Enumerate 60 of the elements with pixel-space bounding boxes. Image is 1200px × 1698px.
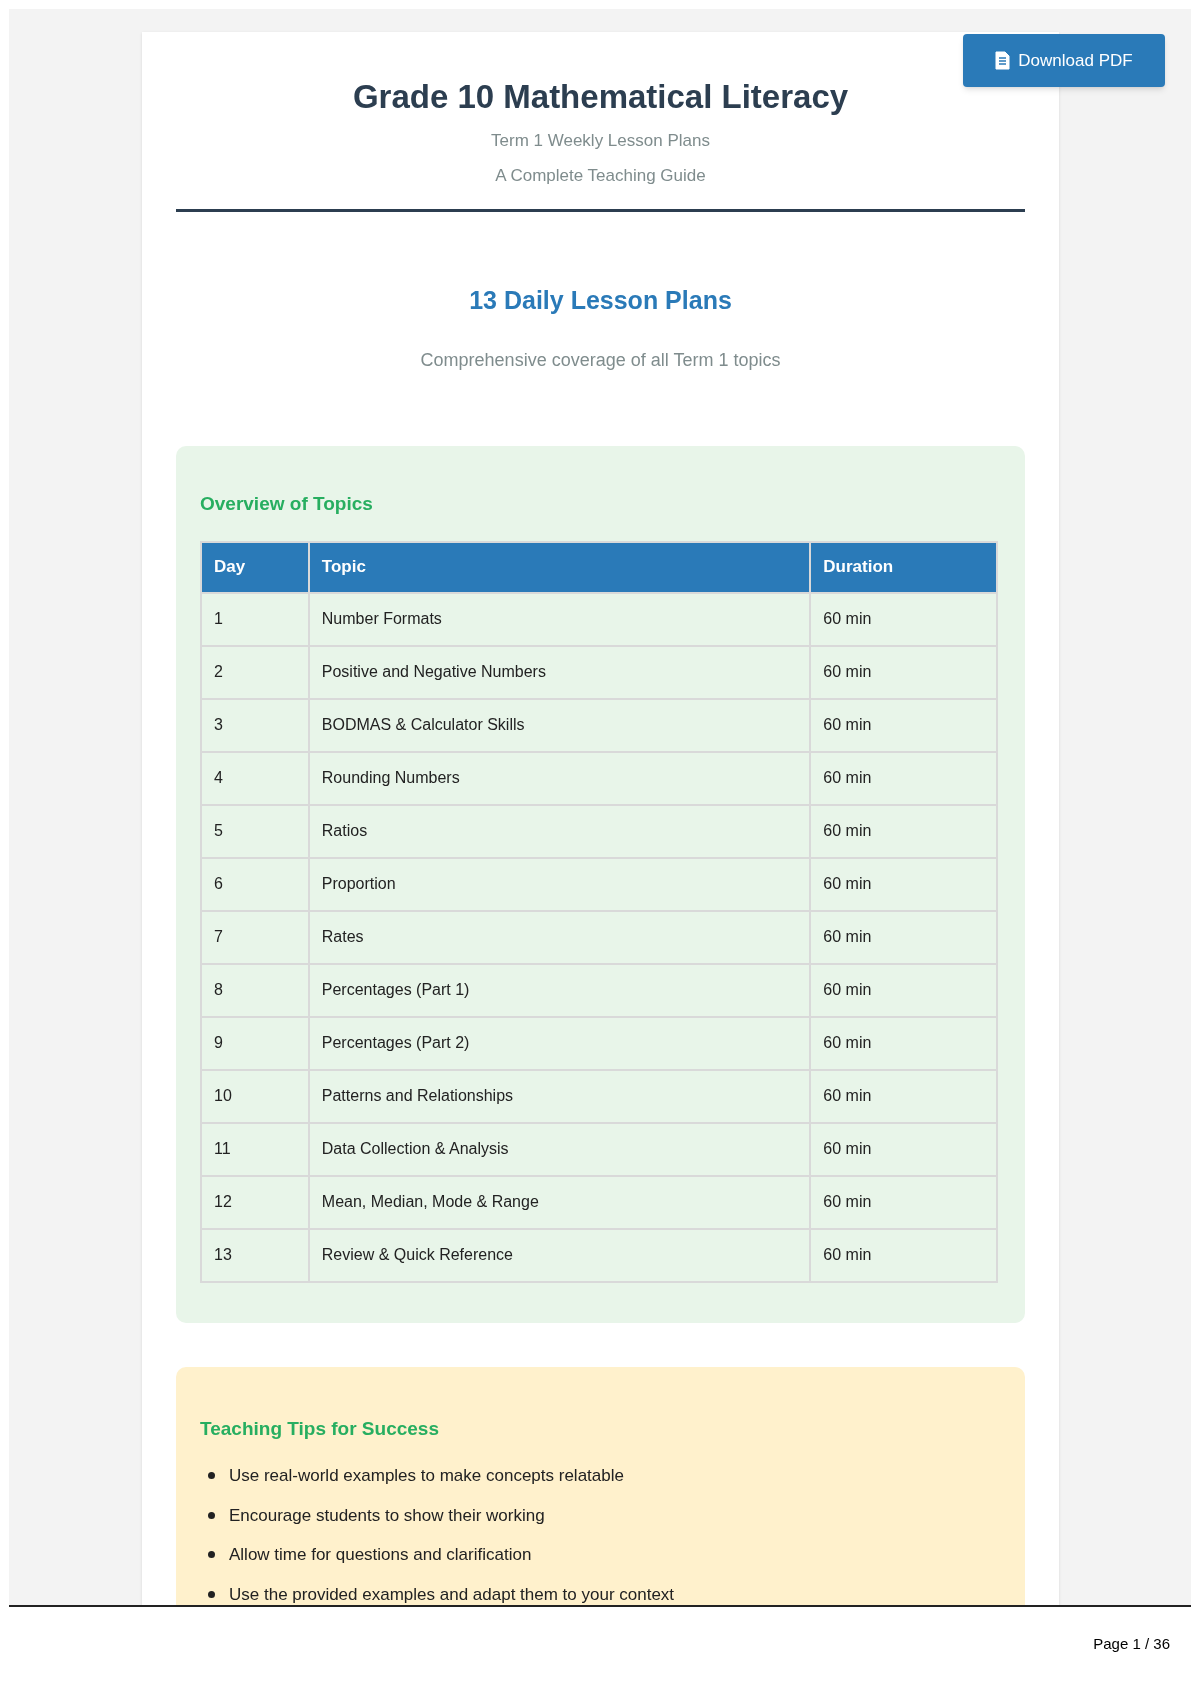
panel-heading: Overview of Topics: [200, 492, 374, 516]
bullet-icon: [208, 1551, 215, 1559]
table-cell: Percentages (Part 2): [308, 1016, 811, 1070]
table-cell: 60 min: [810, 963, 997, 1017]
document-subtitle: Term 1 Weekly Lesson Plans: [491, 129, 710, 152]
table-cell: Ratios: [308, 804, 811, 858]
document-icon: [995, 51, 1011, 70]
table-cell: 7: [201, 910, 309, 964]
tip-text: Allow time for questions and clarification: [229, 1544, 532, 1566]
panel-heading: Teaching Tips for Success: [200, 1416, 440, 1441]
table-cell: 60 min: [810, 1016, 997, 1070]
table-cell: Data Collection & Analysis: [308, 1122, 811, 1176]
bullet-icon: [208, 1590, 215, 1598]
table-cell: 60 min: [810, 1069, 997, 1123]
document-title: Grade 10 Mathematical Literacy: [352, 77, 849, 117]
table-cell: 9: [201, 1016, 309, 1070]
table-cell: 60 min: [810, 1228, 997, 1282]
document-tagline: A Complete Teaching Guide: [495, 165, 706, 187]
table-cell: Mean, Median, Mode & Range: [308, 1175, 811, 1229]
table-cell: 6: [201, 857, 309, 911]
table-cell: Percentages (Part 1): [308, 963, 811, 1017]
bullet-icon: [208, 1472, 215, 1480]
table-cell: 10: [201, 1069, 309, 1123]
table-cell: 12: [201, 1175, 309, 1229]
table-cell: 60 min: [810, 857, 997, 911]
table-cell: 8: [201, 963, 309, 1017]
table-cell: 60 min: [810, 804, 997, 858]
tip-text: Use the provided examples and adapt them to your context: [229, 1583, 675, 1605]
table-cell: 60 min: [810, 1122, 997, 1176]
table-cell: Rounding Numbers: [308, 751, 811, 805]
table-cell: 3: [201, 698, 309, 752]
tip-text: Use real-world examples to make concepts relatable: [229, 1465, 624, 1487]
table-cell: Rates: [308, 910, 811, 964]
table-cell: 5: [201, 804, 309, 858]
table-cell: Patterns and Relationships: [308, 1069, 811, 1123]
table-cell: 60 min: [810, 1175, 997, 1229]
table-cell: 60 min: [810, 645, 997, 699]
section-heading: 13 Daily Lesson Plans: [469, 284, 732, 316]
table-cell: Positive and Negative Numbers: [308, 645, 811, 699]
table-cell: 60 min: [810, 910, 997, 964]
table-cell: 60 min: [810, 592, 997, 646]
table-cell: Number Formats: [308, 592, 811, 646]
column-header: Topic: [308, 541, 811, 593]
section-description: Comprehensive coverage of all Term 1 topics: [420, 349, 781, 372]
page-indicator: Page 1 / 36: [1093, 1634, 1170, 1654]
table-cell: 2: [201, 645, 309, 699]
table-cell: 60 min: [810, 698, 997, 752]
table-cell: 4: [201, 751, 309, 805]
bullet-icon: [208, 1511, 215, 1519]
table-cell: Proportion: [308, 857, 811, 911]
table-cell: BODMAS & Calculator Skills: [308, 698, 811, 752]
column-header: Duration: [810, 541, 997, 593]
download-pdf-button[interactable]: Download PDF: [963, 34, 1165, 87]
table-cell: 60 min: [810, 751, 997, 805]
column-header: Day: [201, 541, 309, 593]
table-cell: Review & Quick Reference: [308, 1228, 811, 1282]
table-cell: 13: [201, 1228, 309, 1282]
tip-text: Encourage students to show their working: [229, 1504, 545, 1527]
table-cell: 1: [201, 592, 309, 646]
table-cell: 11: [201, 1122, 309, 1176]
